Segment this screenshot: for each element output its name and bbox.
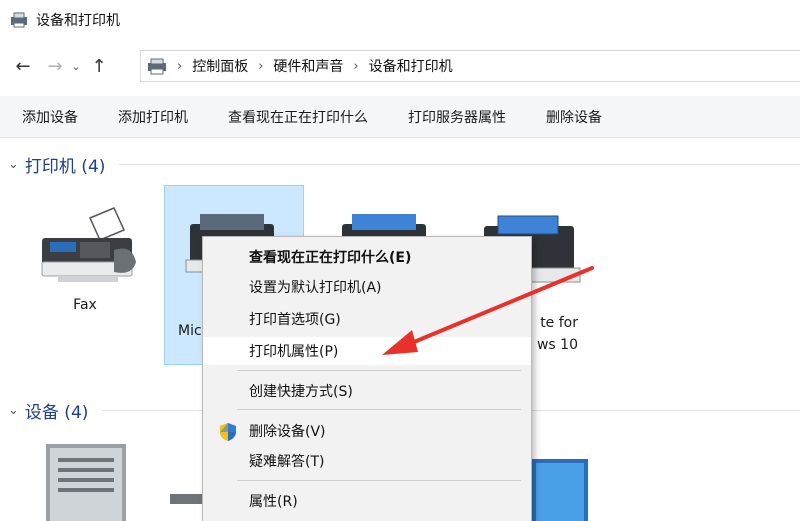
monitor-icon [532,459,588,521]
menu-item-label: 删除设备(V) [249,424,326,440]
printer-item-fax[interactable]: Fax [20,200,150,316]
title-bar: 设备和打印机 [0,0,800,40]
breadcrumb-control-panel[interactable]: 控制面板 [192,56,248,76]
menu-separator [237,409,521,410]
device-item-computer[interactable] [40,438,135,521]
shield-icon [220,423,236,441]
device-item-monitor[interactable] [532,455,592,521]
control-panel-icon [148,58,166,75]
fax-icon [41,207,136,282]
navigation-bar: ← → ⌄ ↑ › 控制面板 › 硬件和声音 › 设备和打印机 [0,46,800,86]
breadcrumb-separator-icon[interactable]: › [353,59,358,74]
printer-name: Fax [73,297,97,313]
menu-item-troubleshoot[interactable]: 疑难解答(T) [203,447,531,475]
menu-item-remove-device[interactable]: 删除设备(V) [203,417,531,445]
menu-separator [237,480,521,481]
menu-item-printer-properties[interactable]: 打印机属性(P) [203,337,531,365]
menu-item-see-whats-printing[interactable]: 查看现在正在打印什么(E) [203,243,531,271]
forward-arrow-icon[interactable]: → [42,53,68,79]
computer-tower-icon [46,444,126,521]
printers-group-header[interactable]: ⌄ 打印机 (4) [8,152,800,177]
context-menu: 查看现在正在打印什么(E) 设置为默认打印机(A) 打印首选项(G) 打印机属性… [202,236,532,521]
menu-item-printing-preferences[interactable]: 打印首选项(G) [203,305,531,333]
collapse-chevron-icon[interactable]: ⌄ [8,157,19,172]
menu-item-properties[interactable]: 属性(R) [203,487,531,515]
breadcrumb-separator-icon: › [177,58,183,74]
back-arrow-icon[interactable]: ← [10,53,36,79]
menu-item-create-shortcut[interactable]: 创建快捷方式(S) [203,377,531,405]
devices-printers-icon [11,12,27,28]
printers-group-label: 打印机 (4) [24,157,106,177]
add-printer-button[interactable]: 添加打印机 [98,96,208,138]
recent-locations-chevron-icon[interactable]: ⌄ [68,53,84,79]
breadcrumb-devices-printers[interactable]: 设备和打印机 [369,56,453,76]
see-whats-printing-button[interactable]: 查看现在正在打印什么 [208,96,388,138]
menu-separator [237,370,521,371]
print-server-properties-button[interactable]: 打印服务器属性 [388,96,526,138]
menu-item-set-default-printer[interactable]: 设置为默认打印机(A) [203,273,531,301]
window-title: 设备和打印机 [36,13,120,29]
breadcrumb-separator-icon[interactable]: › [258,59,263,74]
group-divider [119,164,800,165]
remove-device-button[interactable]: 删除设备 [526,96,622,138]
address-bar[interactable]: › 控制面板 › 硬件和声音 › 设备和打印机 [140,50,800,82]
breadcrumb-hardware-sound[interactable]: 硬件和声音 [273,56,343,76]
devices-group-label: 设备 (4) [24,403,89,423]
command-bar: 添加设备 添加打印机 查看现在正在打印什么 打印服务器属性 删除设备 [0,96,800,138]
up-arrow-icon[interactable]: ↑ [86,53,112,79]
add-device-button[interactable]: 添加设备 [0,96,98,138]
collapse-chevron-icon[interactable]: ⌄ [8,403,19,418]
